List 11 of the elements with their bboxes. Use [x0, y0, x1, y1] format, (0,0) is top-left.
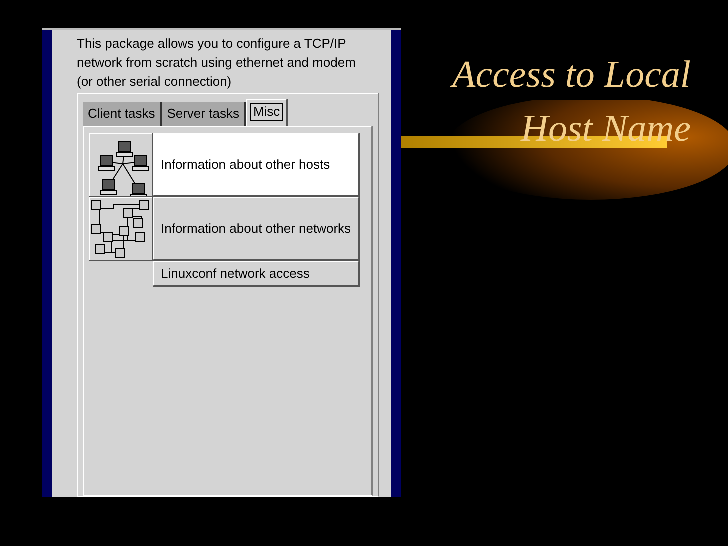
- slide-title: Access to Local: [452, 53, 691, 98]
- network-icon: [90, 199, 152, 259]
- list-button[interactable]: Information about other hosts: [153, 133, 360, 197]
- tab[interactable]: Misc: [246, 99, 288, 126]
- list-button[interactable]: Information about other networks: [153, 197, 360, 261]
- icon-button[interactable]: [89, 133, 153, 197]
- tab[interactable]: Server tasks: [162, 102, 246, 126]
- tab[interactable]: Client tasks: [83, 102, 162, 126]
- description-text: This package allows you to configure a TCP/IP network from scratch using ethernet and modem (or other serial connection): [77, 35, 357, 91]
- icon-button[interactable]: [89, 197, 153, 261]
- list-button[interactable]: Linuxconf network access: [153, 261, 360, 287]
